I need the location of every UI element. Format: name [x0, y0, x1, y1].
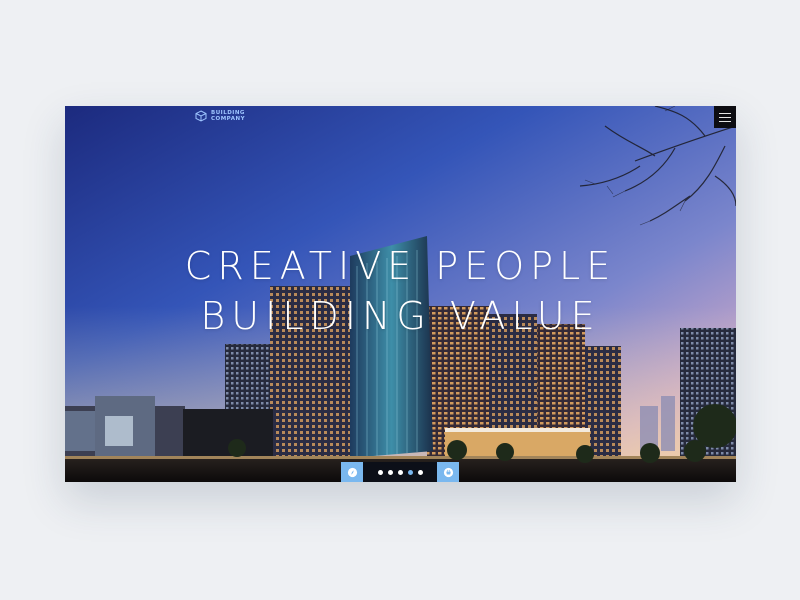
slider-dot[interactable]: [417, 469, 423, 475]
slider-dot-active[interactable]: [407, 469, 413, 475]
hamburger-menu-icon-line: [719, 116, 731, 118]
headline-line-1: CREATIVE PEOPLE: [184, 244, 617, 288]
basket-icon: [443, 467, 453, 477]
slider-next-button[interactable]: [437, 462, 459, 482]
menu-button[interactable]: [714, 106, 736, 128]
slider-dot[interactable]: [397, 469, 403, 475]
hamburger-menu-icon-line: [719, 120, 731, 122]
slider-controls: [341, 462, 459, 482]
slider-dot[interactable]: [377, 469, 383, 475]
brand-logo[interactable]: BUILDING COMPANY: [195, 110, 245, 122]
headline-line-2: BUILDING VALUE: [200, 294, 601, 338]
hamburger-menu-icon: [719, 112, 731, 114]
brand-name-line2: COMPANY: [211, 116, 246, 122]
cube-logo-icon: [195, 110, 207, 122]
slider-prev-button[interactable]: [341, 462, 363, 482]
compass-icon: [347, 467, 357, 477]
brand-name: BUILDING COMPANY: [211, 110, 245, 122]
hero-frame: BUILDING COMPANY CREATIVE PEOPLE BUILDIN…: [65, 106, 736, 482]
slider-dot[interactable]: [387, 469, 393, 475]
hero-headline: CREATIVE PEOPLE BUILDING VALUE: [65, 241, 736, 341]
slider-dots: [377, 469, 423, 475]
